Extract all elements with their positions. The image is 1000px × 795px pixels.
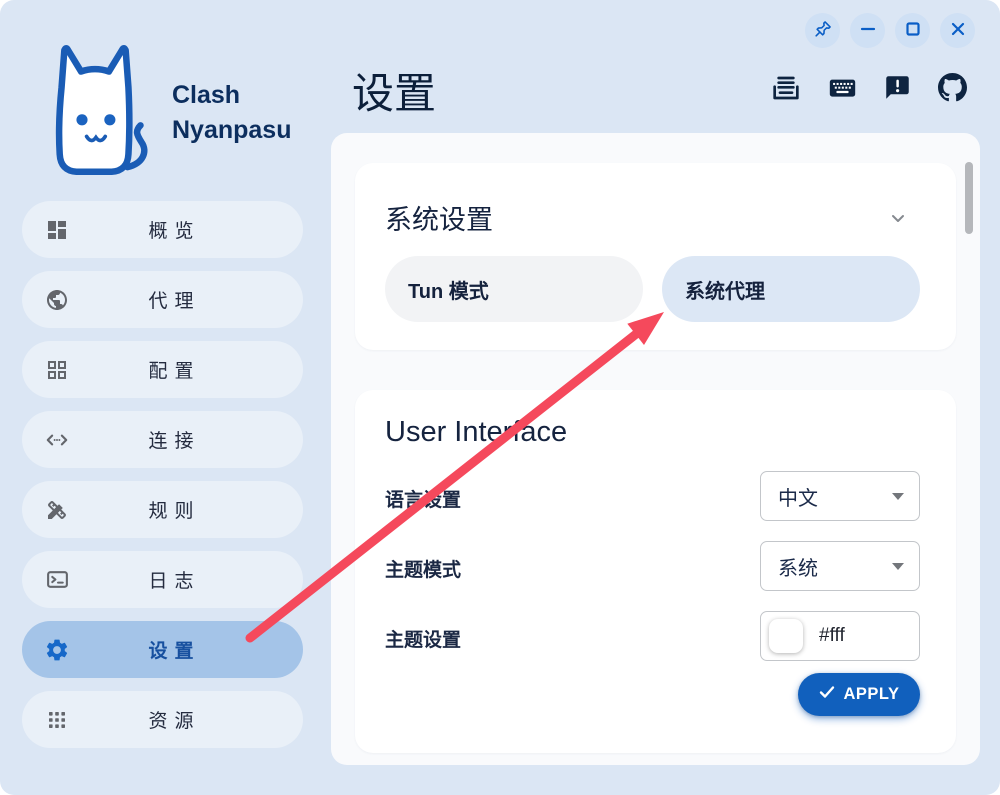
language-setting-label: 语言设置	[385, 485, 461, 512]
grid-view-icon	[44, 357, 70, 383]
close-window-button[interactable]	[940, 13, 975, 48]
pushpin-icon	[813, 19, 833, 42]
sidebar-item-profiles[interactable]: 配置	[22, 341, 303, 398]
caret-down-icon	[892, 493, 904, 500]
system-settings-title: 系统设置	[385, 198, 493, 237]
feedback-button[interactable]	[879, 71, 915, 107]
caret-down-icon	[892, 563, 904, 570]
github-button[interactable]	[934, 71, 970, 107]
design-tools-icon	[44, 497, 70, 523]
sidebar-item-label: 连接	[70, 426, 303, 453]
maximize-icon	[904, 20, 922, 41]
sidebar-item-proxies[interactable]: 代理	[22, 271, 303, 328]
sidebar-item-logs[interactable]: 日志	[22, 551, 303, 608]
app-name: Clash Nyanpasu	[172, 78, 291, 148]
sidebar-item-rules[interactable]: 规则	[22, 481, 303, 538]
theme-mode-label: 主题模式	[385, 555, 461, 582]
sidebar-item-connections[interactable]: 连接	[22, 411, 303, 468]
scrollbar-thumb[interactable]	[965, 162, 973, 234]
receipt-list-icon	[770, 72, 802, 107]
sidebar-item-label: 代理	[70, 286, 303, 313]
receipt-list-button[interactable]	[768, 71, 804, 107]
system-proxy-button[interactable]: 系统代理	[662, 256, 920, 322]
page-title: 设置	[352, 60, 436, 121]
globe-icon	[44, 287, 70, 313]
theme-setting-label: 主题设置	[385, 625, 461, 652]
sidebar-item-label: 设置	[70, 636, 303, 663]
minimize-window-button[interactable]	[850, 13, 885, 48]
keyboard-shortcuts-button[interactable]	[824, 71, 860, 107]
sidebar-item-label: 概览	[70, 216, 303, 243]
apply-button[interactable]: APPLY	[798, 673, 920, 716]
color-value: #fff	[819, 625, 845, 647]
tun-mode-button[interactable]: Tun 模式	[385, 256, 643, 322]
app-window: Clash Nyanpasu 概览 代理 配置 连接	[0, 0, 1000, 795]
settings-scroll-area: 系统设置 Tun 模式 系统代理 User Interface 语言设置 中文 …	[331, 133, 980, 765]
code-brackets-icon	[44, 427, 70, 453]
sidebar-item-resources[interactable]: 资源	[22, 691, 303, 748]
maximize-window-button[interactable]	[895, 13, 930, 48]
close-icon	[949, 20, 967, 41]
cat-logo	[30, 38, 160, 183]
chevron-down-icon	[888, 208, 908, 231]
gear-icon	[44, 637, 70, 663]
feedback-icon	[884, 74, 911, 104]
sidebar-item-settings[interactable]: 设置	[22, 621, 303, 678]
user-interface-card: User Interface 语言设置 中文 主题模式 系统 主题设置 #fff	[355, 390, 956, 753]
terminal-icon	[44, 567, 70, 593]
keyboard-icon	[828, 73, 857, 105]
check-icon	[819, 685, 835, 704]
apply-button-label: APPLY	[844, 685, 900, 704]
dashboard-icon	[44, 217, 70, 243]
sidebar-item-label: 日志	[70, 566, 303, 593]
minimize-icon	[859, 20, 877, 41]
user-interface-title: User Interface	[385, 416, 567, 449]
pin-window-button[interactable]	[805, 13, 840, 48]
system-settings-card: 系统设置 Tun 模式 系统代理	[355, 163, 956, 350]
theme-color-field[interactable]: #fff	[760, 611, 920, 661]
app-name-line1: Clash	[172, 78, 291, 113]
theme-mode-select[interactable]: 系统	[760, 541, 920, 591]
collapse-section-button[interactable]	[886, 207, 910, 231]
language-select[interactable]: 中文	[760, 471, 920, 521]
sidebar-item-overview[interactable]: 概览	[22, 201, 303, 258]
sidebar-item-label: 资源	[70, 706, 303, 733]
app-name-line2: Nyanpasu	[172, 113, 291, 148]
language-select-value: 中文	[778, 482, 818, 511]
theme-mode-select-value: 系统	[778, 552, 818, 581]
sidebar-item-label: 配置	[70, 356, 303, 383]
sidebar-item-label: 规则	[70, 496, 303, 523]
github-icon	[938, 73, 967, 105]
apps-grid-icon	[44, 707, 70, 733]
color-swatch[interactable]	[769, 619, 803, 653]
